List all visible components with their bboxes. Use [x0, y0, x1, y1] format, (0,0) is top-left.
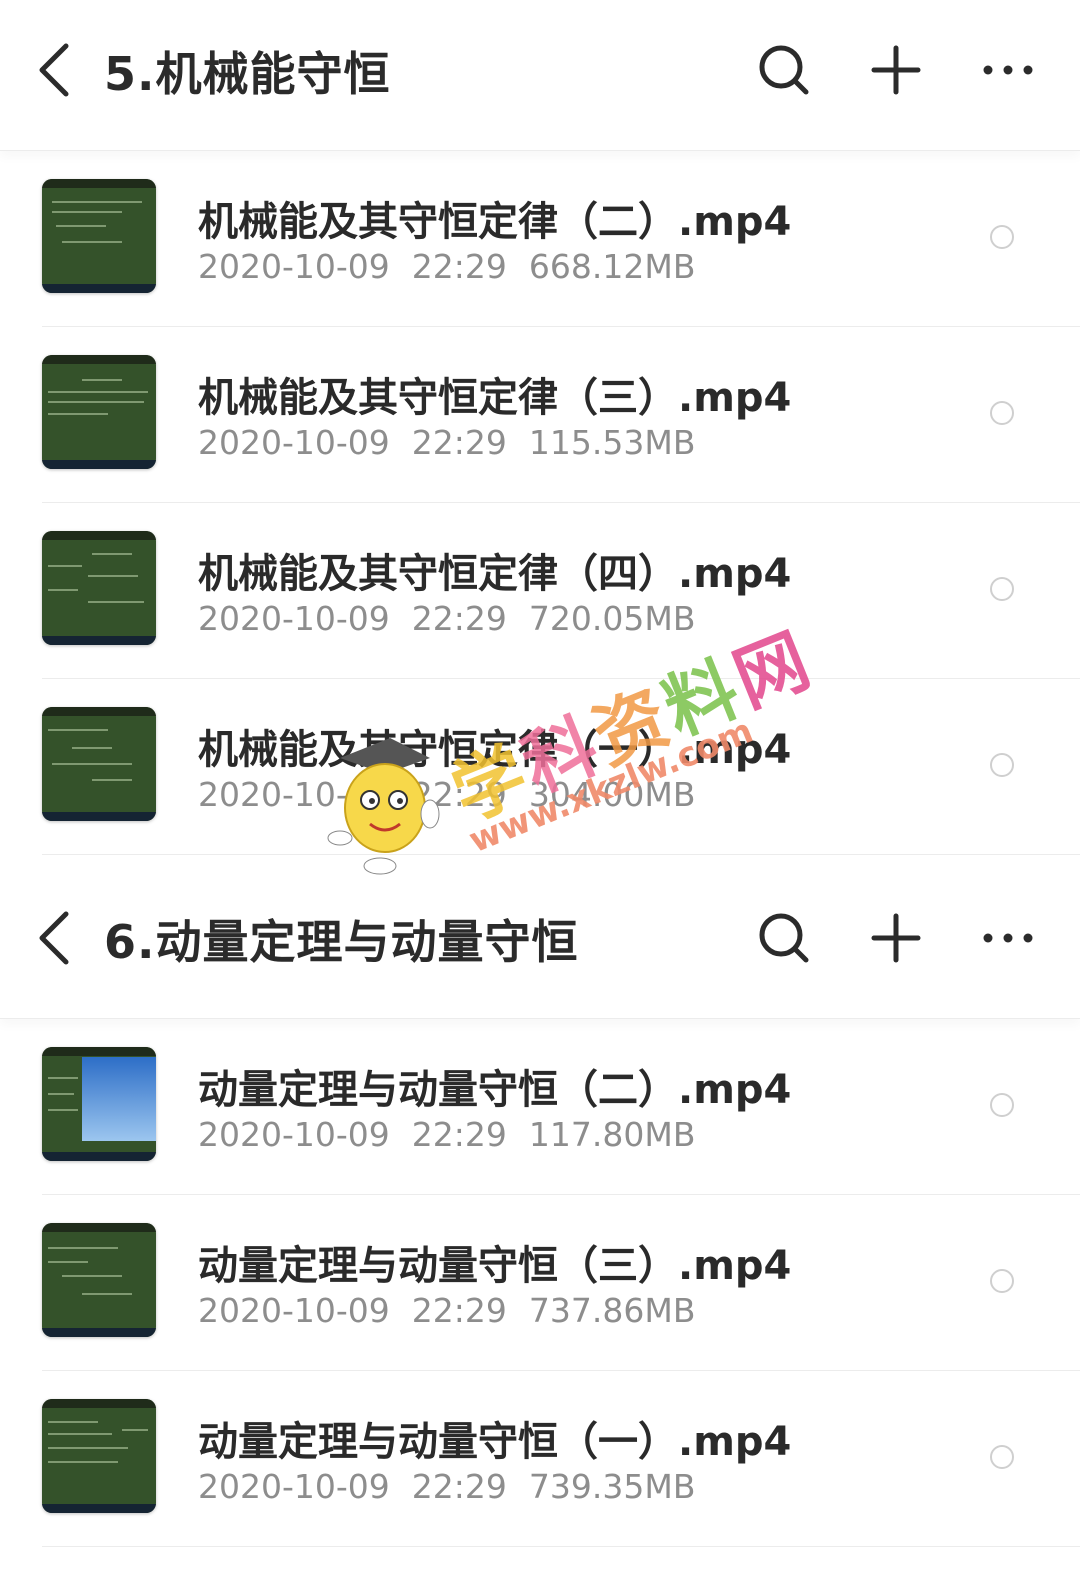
file-size: 720.05MB — [528, 599, 696, 638]
radio-circle-icon[interactable] — [990, 1093, 1014, 1117]
file-date: 2020-10-09 — [198, 247, 390, 286]
file-size: 739.35MB — [528, 1467, 696, 1506]
plus-icon[interactable] — [868, 42, 924, 98]
file-name: 机械能及其守恒定律（一）.mp4 — [198, 727, 792, 773]
video-thumbnail — [42, 531, 156, 645]
divider — [42, 1546, 1080, 1547]
video-thumbnail — [42, 355, 156, 469]
file-size: 115.53MB — [528, 423, 696, 462]
video-thumbnail — [42, 1223, 156, 1337]
radio-circle-icon[interactable] — [990, 401, 1014, 425]
file-time: 22:29 — [411, 599, 507, 638]
file-name: 动量定理与动量守恒（三）.mp4 — [198, 1243, 792, 1289]
file-time: 22:29 — [411, 423, 507, 462]
file-meta: 2020-10-09 22:29 739.35MB — [198, 1467, 717, 1506]
video-thumbnail — [42, 707, 156, 821]
file-meta: 2020-10-09 22:29 720.05MB — [198, 599, 717, 638]
file-size: 668.12MB — [528, 247, 696, 286]
file-date: 2020-10-09 — [198, 1291, 390, 1330]
search-icon[interactable] — [756, 910, 812, 966]
file-name: 动量定理与动量守恒（一）.mp4 — [198, 1419, 792, 1465]
file-time: 22:29 — [411, 775, 507, 814]
file-row[interactable]: 机械能及其守恒定律（三）.mp4 2020-10-09 22:29 115.53MB — [0, 327, 1080, 503]
file-row[interactable]: 机械能及其守恒定律（一）.mp4 2020-10-09 22:29 304.00MB — [0, 679, 1080, 855]
file-row[interactable]: 动量定理与动量守恒（三）.mp4 2020-10-09 22:29 737.86MB — [0, 1195, 1080, 1371]
file-meta: 2020-10-09 22:29 737.86MB — [198, 1291, 717, 1330]
video-thumbnail — [42, 1399, 156, 1513]
search-icon[interactable] — [756, 42, 812, 98]
file-time: 22:29 — [411, 1291, 507, 1330]
plus-icon[interactable] — [868, 910, 924, 966]
file-date: 2020-10-09 — [198, 1115, 390, 1154]
radio-circle-icon[interactable] — [990, 1269, 1014, 1293]
video-thumbnail — [42, 1047, 156, 1161]
chevron-left-icon[interactable] — [32, 40, 80, 100]
file-date: 2020-10-09 — [198, 1467, 390, 1506]
more-horizontal-icon[interactable] — [980, 910, 1036, 966]
file-name: 机械能及其守恒定律（四）.mp4 — [198, 551, 792, 597]
file-date: 2020-10-09 — [198, 775, 390, 814]
folder-header: 5.机械能守恒 — [0, 0, 1080, 151]
radio-circle-icon[interactable] — [990, 753, 1014, 777]
video-thumbnail — [42, 179, 156, 293]
file-time: 22:29 — [411, 247, 507, 286]
file-name: 动量定理与动量守恒（二）.mp4 — [198, 1067, 792, 1113]
file-size: 304.00MB — [528, 775, 696, 814]
file-date: 2020-10-09 — [198, 423, 390, 462]
file-row[interactable]: 动量定理与动量守恒（二）.mp4 2020-10-09 22:29 117.80MB — [0, 1019, 1080, 1195]
file-name: 机械能及其守恒定律（三）.mp4 — [198, 375, 792, 421]
folder-header: 6.动量定理与动量守恒 — [0, 868, 1080, 1019]
radio-circle-icon[interactable] — [990, 1445, 1014, 1469]
page-title: 6.动量定理与动量守恒 — [104, 915, 579, 969]
chevron-left-icon[interactable] — [32, 908, 80, 968]
folder-panel-1: 5.机械能守恒 机械能及其守恒定律（二）.mp4 2020-10-09 22:2… — [0, 0, 1080, 868]
file-time: 22:29 — [411, 1467, 507, 1506]
radio-circle-icon[interactable] — [990, 225, 1014, 249]
file-date: 2020-10-09 — [198, 599, 390, 638]
file-row[interactable]: 机械能及其守恒定律（四）.mp4 2020-10-09 22:29 720.05MB — [0, 503, 1080, 679]
file-time: 22:29 — [411, 1115, 507, 1154]
file-list: 机械能及其守恒定律（二）.mp4 2020-10-09 22:29 668.12MB… — [0, 151, 1080, 855]
page-title: 5.机械能守恒 — [104, 47, 391, 101]
file-meta: 2020-10-09 22:29 304.00MB — [198, 775, 717, 814]
more-horizontal-icon[interactable] — [980, 42, 1036, 98]
file-name: 机械能及其守恒定律（二）.mp4 — [198, 199, 792, 245]
file-meta: 2020-10-09 22:29 668.12MB — [198, 247, 717, 286]
file-meta: 2020-10-09 22:29 117.80MB — [198, 1115, 717, 1154]
file-size: 117.80MB — [528, 1115, 696, 1154]
file-row[interactable]: 机械能及其守恒定律（二）.mp4 2020-10-09 22:29 668.12MB — [0, 151, 1080, 327]
file-list: 动量定理与动量守恒（二）.mp4 2020-10-09 22:29 117.80MB… — [0, 1019, 1080, 1547]
file-size: 737.86MB — [528, 1291, 696, 1330]
file-meta: 2020-10-09 22:29 115.53MB — [198, 423, 717, 462]
folder-panel-2: 6.动量定理与动量守恒 动量定理与动量守恒（二）.mp4 2020-10-09 … — [0, 868, 1080, 1596]
divider — [42, 854, 1080, 855]
file-row[interactable]: 动量定理与动量守恒（一）.mp4 2020-10-09 22:29 739.35MB — [0, 1371, 1080, 1547]
radio-circle-icon[interactable] — [990, 577, 1014, 601]
